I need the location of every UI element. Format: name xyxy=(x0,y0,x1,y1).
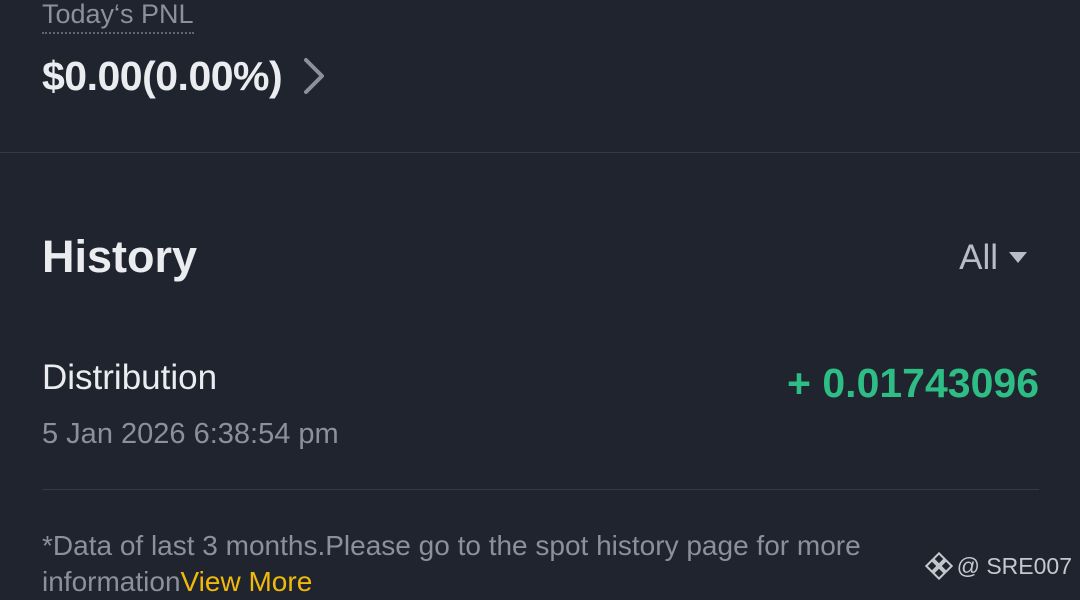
filter-selected-label: All xyxy=(959,238,998,277)
binance-logo-icon xyxy=(924,551,953,581)
history-list-item[interactable]: Distribution 5 Jan 2026 6:38:54 pm + 0.0… xyxy=(42,352,1039,490)
history-filter-dropdown[interactable]: All xyxy=(959,236,1028,280)
footnote-text: *Data of last 3 months.Please go to the … xyxy=(42,530,861,597)
watermark: @ SRE007 xyxy=(924,551,1072,581)
history-item-title: Distribution xyxy=(42,358,218,397)
pnl-section: Today‘s PNL $0.00(0.00%) xyxy=(0,0,1080,153)
caret-down-icon xyxy=(1008,251,1028,265)
pnl-value: $0.00(0.00%) xyxy=(42,53,283,99)
history-item-amount: + 0.01743096 xyxy=(787,360,1039,406)
history-title: History xyxy=(42,231,198,282)
watermark-text: @ SRE007 xyxy=(956,552,1072,579)
pnl-value-row[interactable]: $0.00(0.00%) xyxy=(42,52,330,100)
view-more-link[interactable]: View More xyxy=(181,566,313,597)
history-item-date: 5 Jan 2026 6:38:54 pm xyxy=(42,418,339,450)
chevron-right-icon[interactable] xyxy=(302,56,330,96)
todays-pnl-label[interactable]: Today‘s PNL xyxy=(42,0,194,34)
history-footnote: *Data of last 3 months.Please go to the … xyxy=(42,528,1002,600)
